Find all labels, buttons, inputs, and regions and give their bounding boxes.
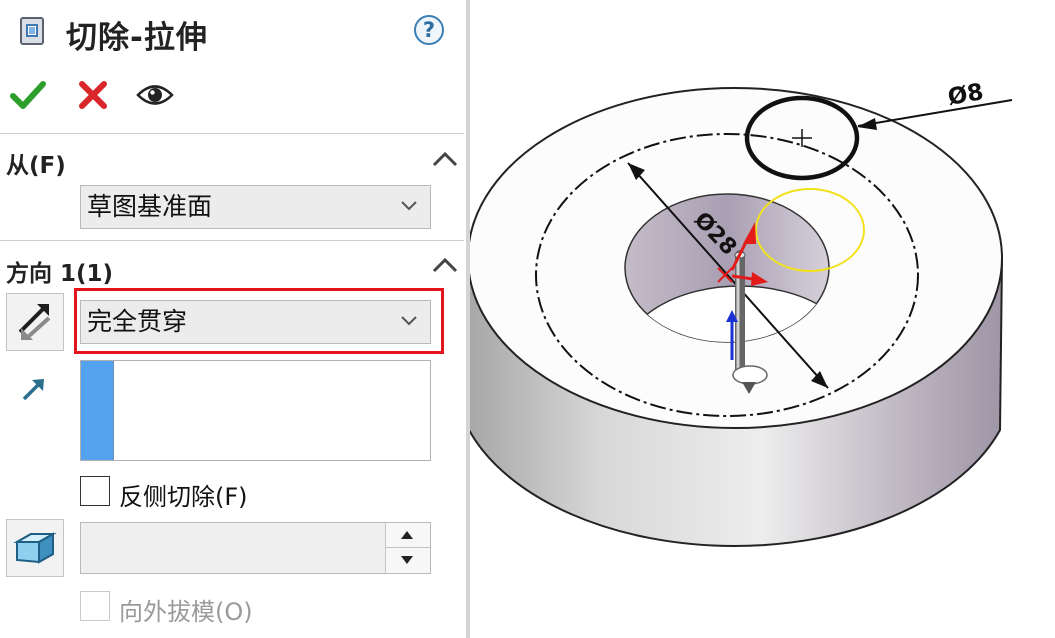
red-x-icon [79, 81, 107, 109]
draft-outward-checkbox[interactable] [80, 591, 110, 621]
detailed-preview-button[interactable] [136, 80, 174, 110]
chevron-up-icon[interactable] [431, 255, 459, 275]
cancel-button[interactable] [76, 78, 110, 112]
start-condition-select[interactable]: 草图基准面 [80, 185, 431, 229]
reverse-direction-icon [18, 304, 51, 340]
selection-active-strip [81, 361, 114, 460]
flip-side-to-cut-label: 反侧切除(F) [119, 483, 248, 511]
green-check-icon [10, 81, 46, 109]
highlight-annotation-box [74, 288, 444, 354]
draft-icon [13, 532, 57, 564]
spin-up-icon[interactable] [399, 529, 415, 541]
help-button[interactable]: ? [414, 15, 444, 45]
draft-angle-spinbox[interactable] [80, 522, 431, 574]
start-condition-value: 草图基准面 [87, 192, 213, 221]
eye-icon [136, 85, 174, 105]
reverse-direction-button[interactable] [6, 293, 64, 351]
model-view: Ø28 Ø8 [470, 79, 1013, 547]
question-mark-icon: ? [422, 18, 436, 42]
chevron-up-icon[interactable] [431, 149, 459, 169]
draft-outward-label: 向外拔模(O) [119, 598, 253, 626]
spin-down-icon[interactable] [399, 554, 415, 566]
direction1-section-title: 方向 1(1) [6, 261, 114, 287]
from-section-title: 从(F) [6, 153, 66, 179]
divider [0, 133, 464, 134]
direction-arrow-icon [22, 379, 44, 401]
divider [0, 240, 464, 241]
feature-title: 切除-拉伸 [66, 20, 208, 56]
ok-button[interactable] [10, 78, 46, 112]
draft-toggle-button[interactable] [6, 519, 64, 577]
property-manager-panel: 切除-拉伸 ? 从(F) 草图基准面 方向 1(1) 完全贯穿 反侧切除(F) … [0, 0, 466, 638]
chevron-down-icon [401, 201, 417, 211]
flip-side-to-cut-checkbox[interactable] [80, 476, 110, 506]
direction-selection-box[interactable] [80, 360, 431, 461]
graphics-area[interactable]: Ø28 Ø8 [470, 0, 1055, 638]
cut-extrude-icon [20, 17, 44, 45]
